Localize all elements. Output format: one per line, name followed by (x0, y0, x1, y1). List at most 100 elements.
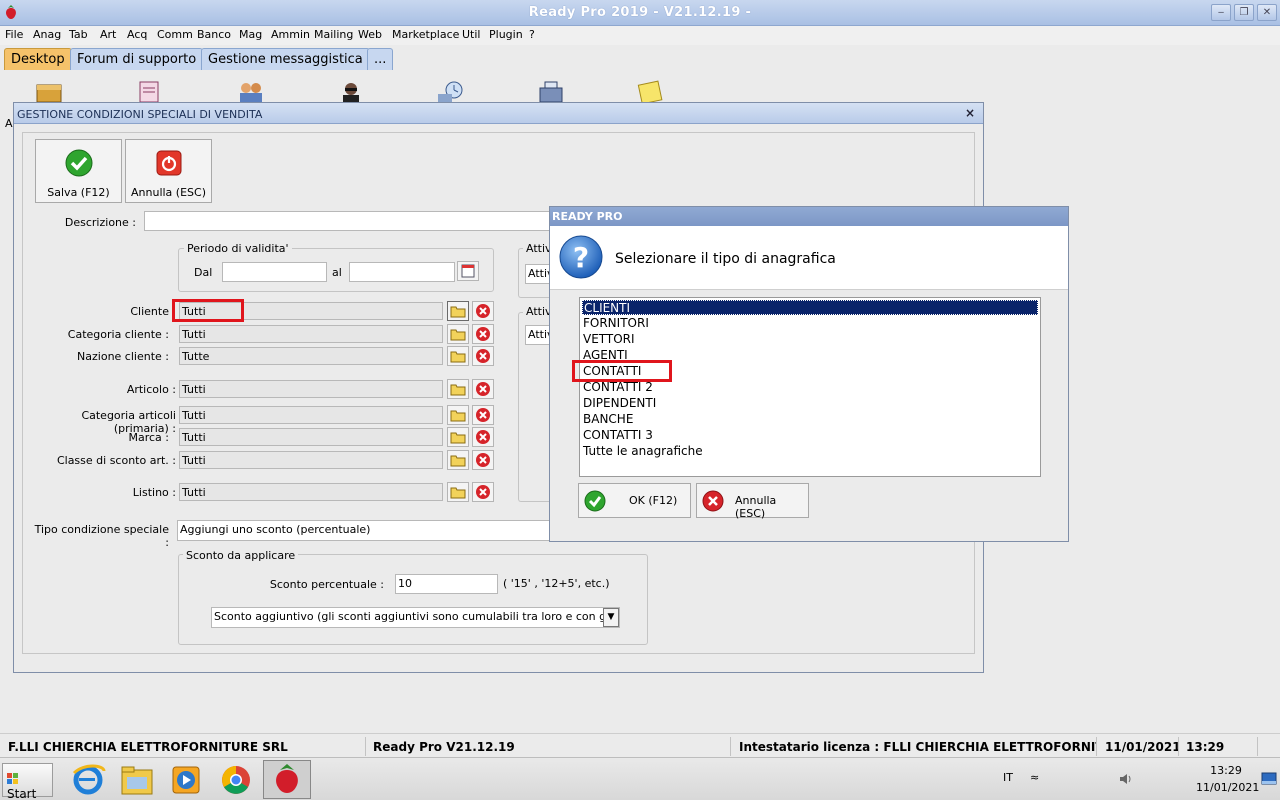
sconto-type-select[interactable]: Sconto aggiuntivo (gli sconti aggiuntivi… (211, 607, 620, 628)
start-button[interactable]: Start (2, 763, 53, 800)
categoria-cliente-browse-button[interactable] (447, 324, 469, 344)
clock-date[interactable]: 11/01/2021 (1196, 781, 1259, 794)
listino-clear-button[interactable] (472, 482, 494, 502)
tab-desktop[interactable]: Desktop (4, 48, 72, 70)
show-desktop-icon[interactable] (1261, 772, 1277, 786)
list-item-contatti-3[interactable]: CONTATTI 3 (582, 428, 1038, 443)
menu-banco[interactable]: Banco (197, 28, 231, 41)
highlight-cliente (172, 299, 244, 322)
articolo-field[interactable]: Tutti (179, 380, 443, 398)
package-icon[interactable] (34, 80, 64, 102)
cliente-label: Cliente (130, 305, 169, 318)
menu-plugin[interactable]: Plugin (489, 28, 523, 41)
categoria-cliente-field[interactable]: Tutti (179, 325, 443, 343)
menu-comm[interactable]: Comm (157, 28, 193, 41)
menu-web[interactable]: Web (358, 28, 382, 41)
close-button[interactable]: ✕ (1257, 4, 1277, 21)
nazione-cliente-browse-button[interactable] (447, 346, 469, 366)
file-explorer-icon[interactable] (115, 761, 159, 798)
menu-ammin[interactable]: Ammin (271, 28, 310, 41)
list-item-fornitori[interactable]: FORNITORI (582, 316, 1038, 331)
al-field[interactable] (349, 262, 455, 282)
ready-pro-taskbar-button[interactable] (263, 760, 311, 799)
articolo-clear-button[interactable] (472, 379, 494, 399)
menu-marketplace[interactable]: Marketplace (392, 28, 459, 41)
users-icon[interactable] (236, 80, 266, 102)
menu-acq[interactable]: Acq (127, 28, 147, 41)
tab-bar: Desktop Forum di supporto Gestione messa… (0, 45, 1280, 71)
categoria-articoli-clear-button[interactable] (472, 405, 494, 425)
dal-field[interactable] (222, 262, 327, 282)
list-item-dipendenti[interactable]: DIPENDENTI (582, 396, 1038, 411)
classe-sconto-browse-button[interactable] (447, 450, 469, 470)
menu-art[interactable]: Art (100, 28, 116, 41)
clear-icon (476, 453, 490, 467)
ok-button[interactable]: OK (F12) (578, 483, 691, 518)
tab-forum-supporto[interactable]: Forum di supporto (70, 48, 204, 70)
list-item-tutte[interactable]: Tutte le anagrafiche (582, 444, 1038, 459)
tab-more[interactable]: ... (367, 48, 394, 70)
sconto-percent-field[interactable]: 10 (395, 574, 498, 594)
save-button-label: Salva (F12) (47, 186, 110, 199)
marca-clear-button[interactable] (472, 427, 494, 447)
sconto-type-dropdown-arrow[interactable]: ▼ (603, 608, 619, 627)
folder-icon (450, 455, 466, 467)
window-close-button[interactable]: × (965, 106, 975, 120)
windows-logo-icon (7, 773, 18, 784)
cancel-button[interactable]: Annulla (ESC) (125, 139, 212, 203)
menu-util[interactable]: Util (462, 28, 480, 41)
note-icon[interactable] (636, 80, 666, 102)
nazione-cliente-field[interactable]: Tutte (179, 347, 443, 365)
document-icon[interactable] (136, 80, 166, 102)
agent-icon[interactable] (336, 80, 366, 102)
tab-gestione-messaggistica[interactable]: Gestione messaggistica (201, 48, 370, 70)
dialog-cancel-button[interactable]: Annulla (ESC) (696, 483, 809, 520)
classe-sconto-clear-button[interactable] (472, 450, 494, 470)
minimize-button[interactable]: ‒ (1211, 4, 1231, 21)
listino-label: Listino : (132, 486, 176, 499)
menu-tab[interactable]: Tab (69, 28, 88, 41)
media-player-icon[interactable] (164, 761, 208, 798)
cash-register-icon[interactable] (536, 80, 566, 102)
menu-anag[interactable]: Anag (33, 28, 61, 41)
anagrafica-list[interactable]: CLIENTI FORNITORI VETTORI AGENTI CONTATT… (579, 297, 1041, 477)
check-icon (65, 149, 92, 177)
folder-icon (450, 410, 466, 422)
speaker-icon[interactable] (1118, 772, 1134, 786)
language-indicator[interactable]: IT (1003, 771, 1013, 784)
list-item-vettori[interactable]: VETTORI (582, 332, 1038, 347)
menu-mailing[interactable]: Mailing (314, 28, 353, 41)
menu-mag[interactable]: Mag (239, 28, 262, 41)
menu-help[interactable]: ? (529, 28, 535, 41)
clock-time[interactable]: 13:29 (1196, 764, 1256, 777)
descrizione-field[interactable] (144, 211, 554, 231)
classe-sconto-field[interactable]: Tutti (179, 451, 443, 469)
list-item-contatti-2[interactable]: CONTATTI 2 (582, 380, 1038, 395)
nazione-cliente-clear-button[interactable] (472, 346, 494, 366)
marca-field[interactable]: Tutti (179, 428, 443, 446)
calendar-button[interactable] (457, 261, 479, 281)
listino-field[interactable]: Tutti (179, 483, 443, 501)
tray-expand-icon[interactable]: ≈ (1030, 771, 1039, 784)
list-item-clienti[interactable]: CLIENTI (582, 300, 1038, 315)
chrome-icon[interactable] (214, 761, 258, 798)
menu-file[interactable]: File (5, 28, 23, 41)
dialog-message: Selezionare il tipo di anagrafica (615, 251, 836, 267)
title-bar: Ready Pro 2019 - V21.12.19 - ‒ ❐ ✕ (0, 0, 1280, 26)
list-item-banche[interactable]: BANCHE (582, 412, 1038, 427)
articolo-browse-button[interactable] (447, 379, 469, 399)
cliente-clear-button[interactable] (472, 301, 494, 321)
dialog-title: READY PRO (552, 210, 623, 223)
tipo-condizione-select[interactable]: Aggiungi uno sconto (percentuale) (177, 520, 550, 541)
marca-browse-button[interactable] (447, 427, 469, 447)
listino-browse-button[interactable] (447, 482, 469, 502)
folder-icon (450, 306, 466, 318)
cliente-browse-button[interactable] (447, 301, 469, 321)
save-button[interactable]: Salva (F12) (35, 139, 122, 203)
restore-button[interactable]: ❐ (1234, 4, 1254, 21)
categoria-articoli-browse-button[interactable] (447, 405, 469, 425)
categoria-articoli-field[interactable]: Tutti (179, 406, 443, 424)
ie-icon[interactable] (66, 761, 110, 798)
clock-icon[interactable] (436, 80, 466, 102)
categoria-cliente-clear-button[interactable] (472, 324, 494, 344)
